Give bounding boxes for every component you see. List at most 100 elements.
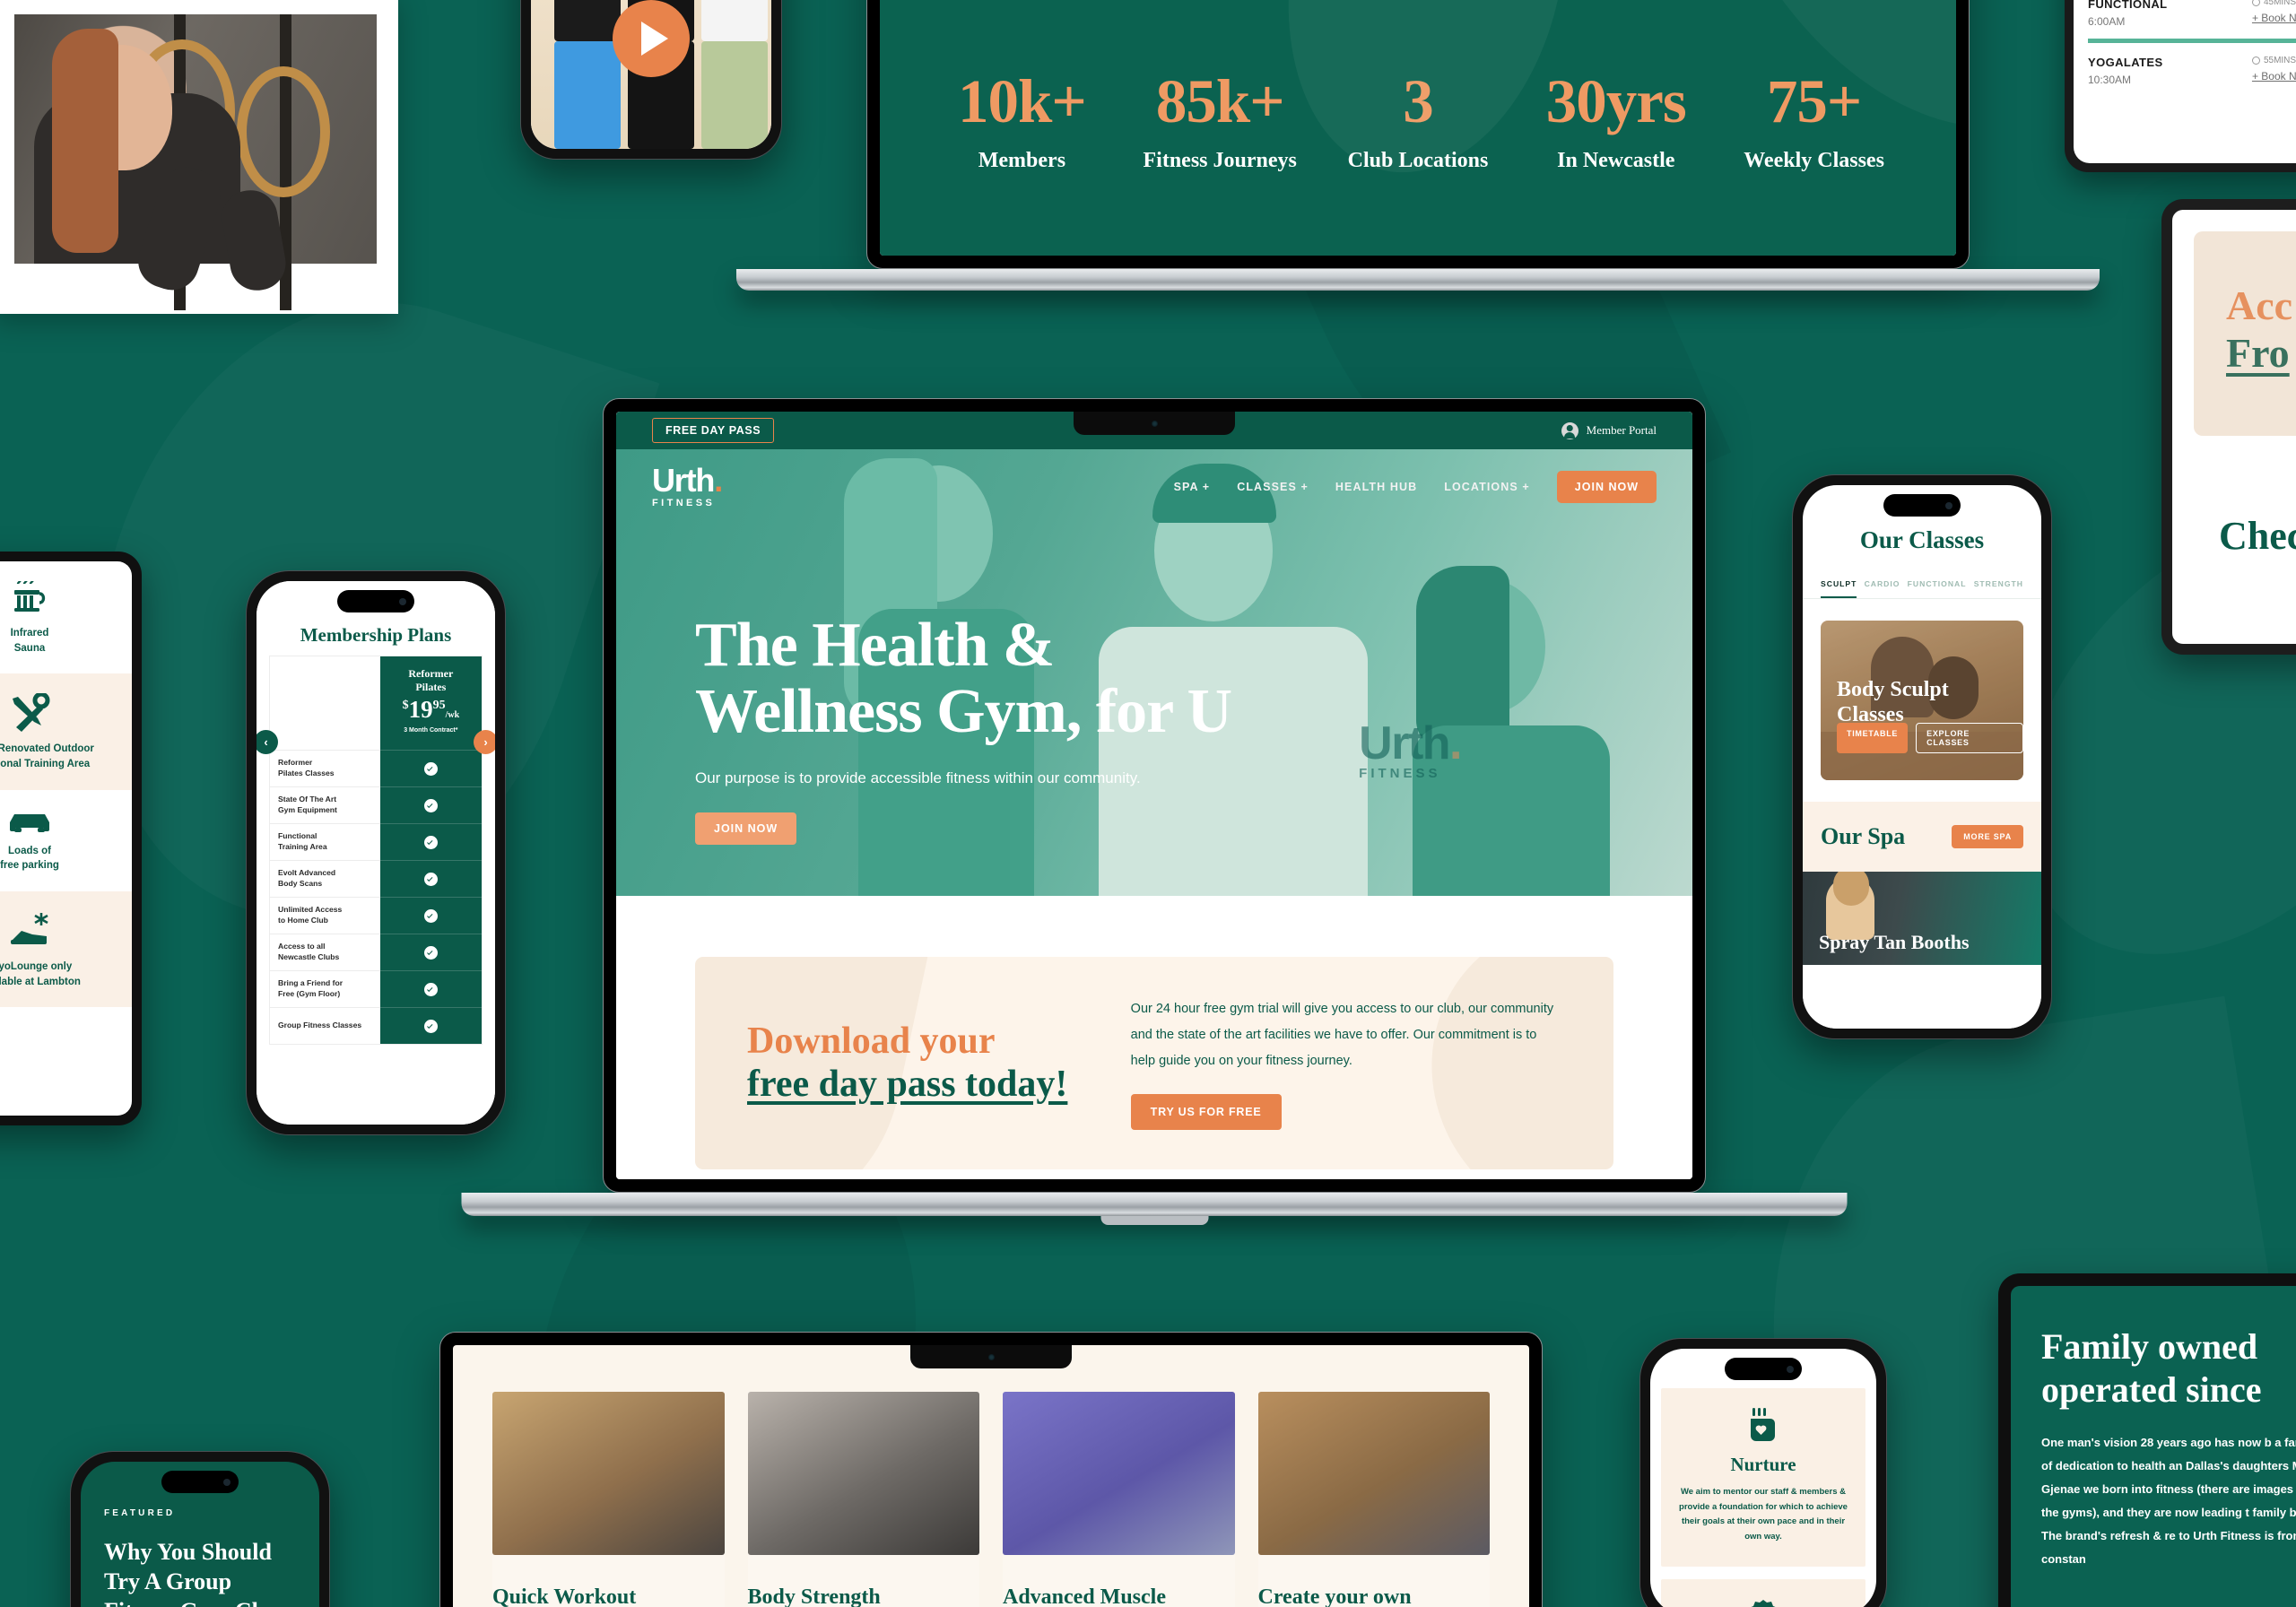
logo-dot: . — [714, 461, 723, 499]
plan-feature-name: Unlimited Access to Home Club — [270, 897, 380, 934]
classes-title: Our Classes — [1859, 526, 1985, 553]
class-feature-card[interactable]: Body Sculpt Classes TIMETABLE EXPLORE CL… — [1821, 621, 2023, 780]
class-name: YOGALATES — [2088, 56, 2163, 69]
class-duration: 55MINS — [2251, 56, 2296, 65]
hero-watermark-logo: Urth. FITNESS — [1359, 720, 1462, 781]
plan-feature-tick — [379, 1007, 482, 1044]
workout-card[interactable]: Create your owncustom workout — [1257, 1392, 1490, 1607]
workouts-laptop-mockup: Quick WorkoutSession Body Strength& Mobi… — [439, 1332, 1543, 1607]
timetable-list: ACTIVE 8:30AM 45MINS + Book Now FUNCTION… — [2074, 0, 2296, 163]
spa-image: Spray Tan Booths — [1803, 872, 2041, 965]
site-logo[interactable]: Urth. FITNESS — [652, 461, 723, 509]
value-cards: Nurture We aim to mentor our staff & mem… — [1650, 1349, 1876, 1607]
free-day-pass-button[interactable]: FREE DAY PASS — [652, 418, 775, 443]
dynamic-island — [337, 590, 414, 612]
plans-next-button[interactable]: › — [474, 730, 495, 754]
plan-feature-name: Group Fitness Classes — [270, 1007, 380, 1044]
nav-item-locations[interactable]: LOCATIONS + — [1444, 481, 1530, 493]
spa-title: Our Spa — [1821, 823, 1906, 849]
timetable-button[interactable]: TIMETABLE — [1837, 723, 1909, 753]
nav-item-classes[interactable]: CLASSES + — [1237, 481, 1309, 493]
value-card-body: We aim to mentor our staff & members & p… — [1679, 1487, 1848, 1542]
plan-currency: $ — [402, 699, 409, 712]
timetable-row[interactable]: YOGALATES 10:30AM 55MINS + Book Now — [2088, 43, 2296, 97]
hero-headline-line2: Wellness Gym, for U — [695, 676, 1232, 746]
value-card-title: Nurture — [1730, 1454, 1796, 1475]
member-portal-link[interactable]: Member Portal — [1561, 421, 1657, 439]
class-time: 6:00AM — [2088, 15, 2126, 28]
plan-feature-name: Access to all Newcastle Clubs — [270, 934, 380, 970]
spa-band: Our Spa MORE SPA — [1803, 802, 2041, 872]
plan-cents: 95 — [432, 699, 446, 712]
class-tab-strength[interactable]: STRENGTH — [1974, 579, 2023, 598]
hero-headline-line1: The Health & — [695, 611, 1055, 680]
class-tab-sculpt[interactable]: SCULPT — [1821, 579, 1857, 598]
nav-join-now-button[interactable]: JOIN NOW — [1556, 471, 1657, 503]
check-icon — [423, 835, 438, 849]
featured-kicker: FEATURED — [104, 1508, 176, 1518]
more-spa-button[interactable]: MORE SPA — [1952, 825, 2023, 848]
logo-subtitle: FITNESS — [652, 498, 716, 509]
cta-line1: Download your — [747, 1020, 996, 1062]
feature-item: CryoLounge onlyavailable at Lambton — [0, 891, 132, 1008]
plan-feature-tick — [379, 823, 482, 860]
workout-card[interactable]: Quick WorkoutSession — [492, 1392, 725, 1607]
timetable-row[interactable]: FUNCTIONAL 6:00AM 45MINS + Book Now — [2088, 0, 2296, 39]
membership-plans-phone: Membership Plans Reformer Pilates Classes… — [246, 570, 506, 1135]
plan-feature-name: Bring a Friend for Free (Gym Floor) — [270, 970, 380, 1007]
workout-card-title: Create your owncustom workout — [1257, 1585, 1412, 1607]
feature-label: CryoLounge onlyavailable at Lambton — [0, 961, 81, 987]
check-icon — [423, 908, 438, 923]
workout-card[interactable]: Body Strength& Mobility — [747, 1392, 979, 1607]
stat-label: Weekly Classes — [1744, 149, 1884, 172]
workout-card-title: Body Strength& Mobility — [747, 1585, 881, 1607]
plan-contract: 3 Month Contract* — [404, 727, 458, 734]
stat-item: 85k+ Fitness Journeys — [1121, 71, 1319, 173]
nav-item-healthhub[interactable]: HEALTH HUB — [1335, 481, 1417, 493]
stat-item: 10k+ Members — [923, 71, 1121, 173]
stat-label: In Newcastle — [1557, 149, 1675, 172]
try-us-for-free-button[interactable]: TRY US FOR FREE — [1130, 1094, 1282, 1130]
class-tab-cardio[interactable]: CARDIO — [1865, 579, 1900, 598]
hero-join-now-button[interactable]: JOIN NOW — [695, 812, 797, 845]
story-headline-line1: Family owned — [2041, 1326, 2258, 1367]
book-now-link[interactable]: + Book Now — [2252, 12, 2296, 24]
class-time: 10:30AM — [2088, 74, 2132, 86]
value-card: Nurture We aim to mentor our staff & mem… — [1661, 1388, 1866, 1567]
trainer-photo-card — [0, 0, 398, 314]
class-name: FUNCTIONAL — [2088, 0, 2168, 11]
spa-image-title: Spray Tan Booths — [1819, 931, 1970, 953]
workout-card-title: Quick WorkoutSession — [492, 1585, 637, 1607]
site-navbar: Urth. FITNESS SPA + CLASSES + HEALTH HUB LO… — [616, 449, 1692, 525]
value-card: Quality — [1661, 1578, 1866, 1607]
hero-subhead: Our purpose is to provide accessible fit… — [695, 769, 1141, 786]
nav-item-spa[interactable]: SPA + — [1174, 481, 1211, 493]
stat-label: Fitness Journeys — [1143, 149, 1297, 172]
class-tabs: SCULPT CARDIO FUNCTIONAL STRENGTH — [1803, 579, 2041, 599]
plan-name-line1: Reformer — [408, 667, 454, 680]
clock-icon — [2251, 0, 2260, 6]
featured-headline: Why You Should Try A Group Fitness Gym C… — [104, 1539, 288, 1607]
workout-card[interactable]: Advanced Muscle& Fitness — [1003, 1392, 1235, 1607]
play-icon[interactable] — [613, 0, 690, 77]
mockup-stage: 10k+ Members 85k+ Fitness Journeys 3 Clu… — [0, 0, 2296, 1607]
plans-title: Membership Plans — [300, 624, 452, 646]
plan-feature-names: Reformer Pilates Classes State Of The Art G… — [270, 750, 380, 1044]
check-icon — [423, 872, 438, 886]
plan-period: /wk — [445, 710, 460, 720]
plan-feature-tick — [379, 750, 482, 786]
plan-dollars: 19 — [408, 696, 433, 723]
webcam-notch — [1074, 412, 1235, 435]
clock-icon — [2251, 56, 2260, 65]
explore-classes-button[interactable]: EXPLORE CLASSES — [1916, 723, 2023, 753]
class-tab-functional[interactable]: FUNCTIONAL — [1908, 579, 1967, 598]
stat-number: 85k+ — [1155, 67, 1285, 135]
workout-card-title: Advanced Muscle& Fitness — [1003, 1585, 1166, 1607]
plan-feature-ticks — [379, 750, 482, 1044]
featured-article-phone: FEATURED Why You Should Try A Group Fitn… — [70, 1451, 330, 1607]
check-heading: Check — [2219, 514, 2296, 558]
stat-number: 10k+ — [958, 67, 1087, 135]
watermark-word: Urth — [1359, 717, 1450, 769]
watermark-dot: . — [1449, 717, 1462, 769]
book-now-link[interactable]: + Book Now — [2252, 70, 2296, 83]
